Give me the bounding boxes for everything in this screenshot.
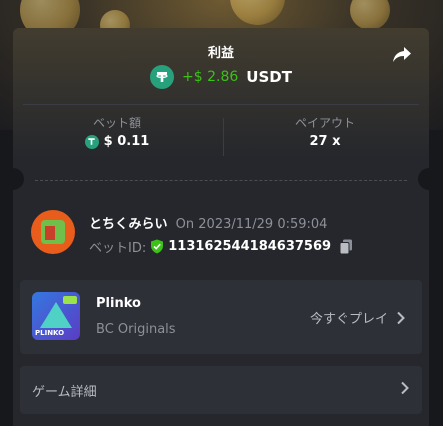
game-details-label: ゲーム詳細	[32, 385, 97, 400]
coin-decoration	[350, 0, 390, 30]
avatar-image-detail	[45, 226, 55, 240]
bet-detail-card: 利益 +$ 2.86 USDT ベット額 $ 0.11 ペイアウト 27 x と…	[13, 28, 429, 426]
dashed-divider	[35, 180, 407, 181]
user-row: とちくみらい On 2023/11/29 0:59:04 ベットID: 1131…	[31, 210, 411, 258]
bet-id-label: ベットID:	[89, 241, 147, 256]
stat-separator	[223, 118, 224, 156]
game-name: Plinko	[96, 296, 141, 311]
chevron-right-icon	[401, 381, 409, 395]
profit-amount: +$ 2.86	[182, 69, 239, 85]
bet-amount-value: $ 0.11	[103, 134, 150, 149]
profit-block: 利益 +$ 2.86 USDT	[13, 42, 429, 90]
bet-id-value: 113162544184637569	[168, 239, 332, 254]
payout-value-text: 27 x	[309, 134, 341, 149]
play-now-label: 今すぐプレイ	[309, 312, 388, 327]
bet-stats: ベット額 $ 0.11 ペイアウト 27 x	[13, 114, 429, 158]
tether-icon	[84, 134, 99, 149]
game-row[interactable]: PLINKO Plinko BC Originals 今すぐプレイ	[20, 280, 422, 354]
bet-time: On 2023/11/29 0:59:04	[175, 217, 328, 232]
share-icon	[393, 47, 411, 62]
copy-button[interactable]	[339, 239, 353, 255]
bet-amount-value-row: $ 0.11	[13, 134, 221, 149]
username[interactable]: とちくみらい	[89, 217, 168, 232]
bet-amount-label: ベット額	[92, 116, 141, 130]
ticket-notch-right	[418, 168, 429, 190]
thumbnail-pyramid	[40, 302, 72, 328]
game-provider: BC Originals	[96, 322, 176, 337]
game-details-row[interactable]: ゲーム詳細	[20, 366, 422, 414]
user-name-line: とちくみらい On 2023/11/29 0:59:04	[89, 213, 327, 232]
avatar[interactable]	[31, 210, 75, 254]
chevron-right-icon	[397, 311, 405, 324]
tether-icon	[150, 65, 175, 89]
coin-decoration	[230, 0, 285, 25]
payout-label: ペイアウト	[294, 116, 355, 130]
divider	[23, 104, 419, 105]
verified-shield-icon	[151, 239, 164, 254]
thumbnail-label: PLINKO	[35, 329, 65, 337]
profit-currency: USDT	[246, 68, 292, 86]
payout-value: 27 x	[221, 134, 429, 149]
copy-icon	[339, 239, 353, 254]
ticket-notch-left	[13, 168, 24, 190]
play-now-button[interactable]: 今すぐプレイ	[310, 308, 406, 327]
profit-title: 利益	[207, 46, 234, 61]
bet-amount-stat: ベット額 $ 0.11	[13, 114, 221, 158]
profit-row: +$ 2.86 USDT	[13, 64, 429, 90]
payout-stat: ペイアウト 27 x	[221, 114, 429, 158]
game-thumbnail: PLINKO	[32, 292, 80, 340]
share-button[interactable]	[391, 44, 413, 66]
bet-id-line: ベットID: 113162544184637569	[89, 237, 353, 256]
